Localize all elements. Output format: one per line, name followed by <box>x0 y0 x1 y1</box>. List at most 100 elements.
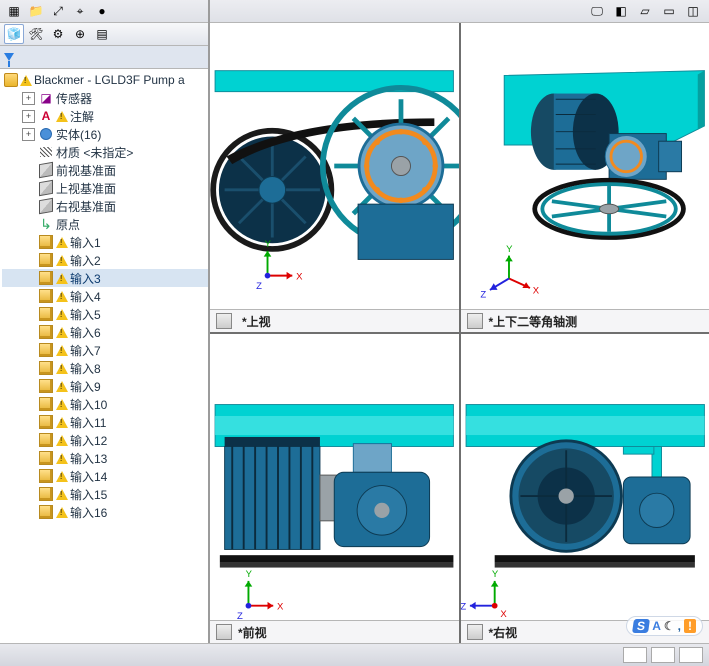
orientation-cube-icon[interactable] <box>467 624 483 640</box>
tree-node-label: 原点 <box>56 216 80 233</box>
svg-text:X: X <box>532 286 539 297</box>
expander-spacer <box>22 164 35 177</box>
tree-node[interactable]: 右视基准面 <box>2 197 208 215</box>
tool-folder-icon[interactable]: 📁 <box>26 1 46 21</box>
floating-badge[interactable]: S A ☾ , ! <box>626 616 703 636</box>
tab-config-manager[interactable]: ⚙ <box>48 24 68 44</box>
expander-spacer <box>22 182 35 195</box>
feature-tree-tabs: 🧊 🛠 ⚙ ⊕ ▤ <box>0 23 208 46</box>
tree-node-label: 输入9 <box>70 378 101 395</box>
expander-spacer <box>22 308 35 321</box>
tool-expand-icon[interactable]: ⤢ <box>48 1 68 21</box>
tree-node[interactable]: +◪传感器 <box>2 89 208 107</box>
tree-node[interactable]: 输入7 <box>2 341 208 359</box>
badge-comma: , <box>678 619 681 633</box>
expander-spacer <box>22 344 35 357</box>
tree-node-label: 上视基准面 <box>56 180 116 197</box>
tool-target-icon[interactable]: ⌖ <box>70 1 90 21</box>
imported-body-icon <box>38 306 54 322</box>
tree-node-label: 输入10 <box>70 396 107 413</box>
tree-node[interactable]: ↳原点 <box>2 215 208 233</box>
imported-body-icon <box>38 252 54 268</box>
tree-node[interactable]: 输入12 <box>2 431 208 449</box>
status-seg-2[interactable] <box>651 647 675 663</box>
tree-node-label: 输入5 <box>70 306 101 323</box>
tree-node[interactable]: 输入15 <box>2 485 208 503</box>
tool-grid-icon[interactable]: ▦ <box>4 1 24 21</box>
tree-node[interactable]: 输入6 <box>2 323 208 341</box>
orientation-cube-icon[interactable] <box>216 624 232 640</box>
tree-node[interactable]: 输入10 <box>2 395 208 413</box>
viewport-top-footer: *上视 <box>210 309 459 332</box>
tree-node[interactable]: 输入16 <box>2 503 208 521</box>
annotation-icon: A <box>38 108 54 124</box>
part-icon <box>4 73 18 87</box>
viewport-top[interactable]: X Y Z *上视 <box>210 23 459 332</box>
warning-icon <box>56 273 68 284</box>
viewport-right[interactable]: Y Z X *右视 <box>461 334 709 643</box>
tree-node[interactable]: 材质 <未指定> <box>2 143 208 161</box>
tree-node[interactable]: 输入4 <box>2 287 208 305</box>
section-icon[interactable]: ◫ <box>683 1 703 21</box>
hidden-lines-icon[interactable]: ▭ <box>659 1 679 21</box>
expander-icon[interactable]: + <box>22 128 35 141</box>
wireframe-icon[interactable]: ▱ <box>635 1 655 21</box>
filter-funnel-icon <box>4 53 14 61</box>
viewport-front[interactable]: X Y Z *前视 <box>210 334 459 643</box>
status-seg-3[interactable] <box>679 647 703 663</box>
tree-node[interactable]: +A注解 <box>2 107 208 125</box>
tree-node-label: 输入7 <box>70 342 101 359</box>
view-name: *前视 <box>238 624 267 641</box>
orientation-cube-icon[interactable] <box>216 313 232 329</box>
imported-body-icon <box>38 486 54 502</box>
expander-spacer <box>22 488 35 501</box>
tree-node[interactable]: 输入3 <box>2 269 208 287</box>
tree-node-label: 输入12 <box>70 432 107 449</box>
svg-text:Z: Z <box>237 611 243 620</box>
shaded-icon[interactable]: ◧ <box>611 1 631 21</box>
tree-node[interactable]: 上视基准面 <box>2 179 208 197</box>
imported-body-icon <box>38 270 54 286</box>
svg-text:Y: Y <box>491 569 498 580</box>
viewport-front-footer: *前视 <box>210 620 459 643</box>
tree-node[interactable]: 输入14 <box>2 467 208 485</box>
tab-property-manager[interactable]: 🛠 <box>26 24 46 44</box>
warning-icon <box>56 417 68 428</box>
tree-node[interactable]: 前视基准面 <box>2 161 208 179</box>
viewport-iso[interactable]: X Y Z *上下二等角轴测 <box>461 23 709 332</box>
expander-spacer <box>22 380 35 393</box>
display-state-icon[interactable]: 🖵 <box>587 1 607 21</box>
expander-spacer <box>22 200 35 213</box>
tab-dim-x[interactable]: ⊕ <box>70 24 90 44</box>
tree-node-label: 输入11 <box>70 414 106 431</box>
imported-body-icon <box>38 360 54 376</box>
tab-display-manager[interactable]: ▤ <box>92 24 112 44</box>
tree-node[interactable]: 输入2 <box>2 251 208 269</box>
tool-ball-icon[interactable]: ● <box>92 1 112 21</box>
feature-tree[interactable]: Blackmer - LGLD3F Pump a +◪传感器+A注解+实体(16… <box>0 69 208 643</box>
tree-node-label: 传感器 <box>56 90 92 107</box>
view-name: *上下二等角轴测 <box>489 313 578 330</box>
tree-node[interactable]: 输入1 <box>2 233 208 251</box>
warning-icon <box>56 381 68 392</box>
status-seg-1[interactable] <box>623 647 647 663</box>
expander-spacer <box>22 362 35 375</box>
tree-node-label: 实体(16) <box>56 126 101 143</box>
model-right-view: Y Z X <box>461 334 709 620</box>
orientation-cube-icon[interactable] <box>467 313 483 329</box>
tree-node[interactable]: 输入13 <box>2 449 208 467</box>
tree-node-label: 输入15 <box>70 486 107 503</box>
tree-node[interactable]: 输入11 <box>2 413 208 431</box>
tree-node[interactable]: + 实体(16) <box>2 125 208 143</box>
tree-node[interactable]: 输入8 <box>2 359 208 377</box>
solids-icon <box>38 126 54 142</box>
tree-root-node[interactable]: Blackmer - LGLD3F Pump a <box>2 71 208 89</box>
model-iso-view: X Y Z <box>461 23 709 309</box>
tree-node[interactable]: 输入5 <box>2 305 208 323</box>
expander-icon[interactable]: + <box>22 92 35 105</box>
tree-node[interactable]: 输入9 <box>2 377 208 395</box>
expander-icon[interactable]: + <box>22 110 35 123</box>
imported-body-icon <box>38 396 54 412</box>
tree-filter-bar[interactable] <box>0 46 208 69</box>
tab-feature-manager[interactable]: 🧊 <box>4 24 24 44</box>
